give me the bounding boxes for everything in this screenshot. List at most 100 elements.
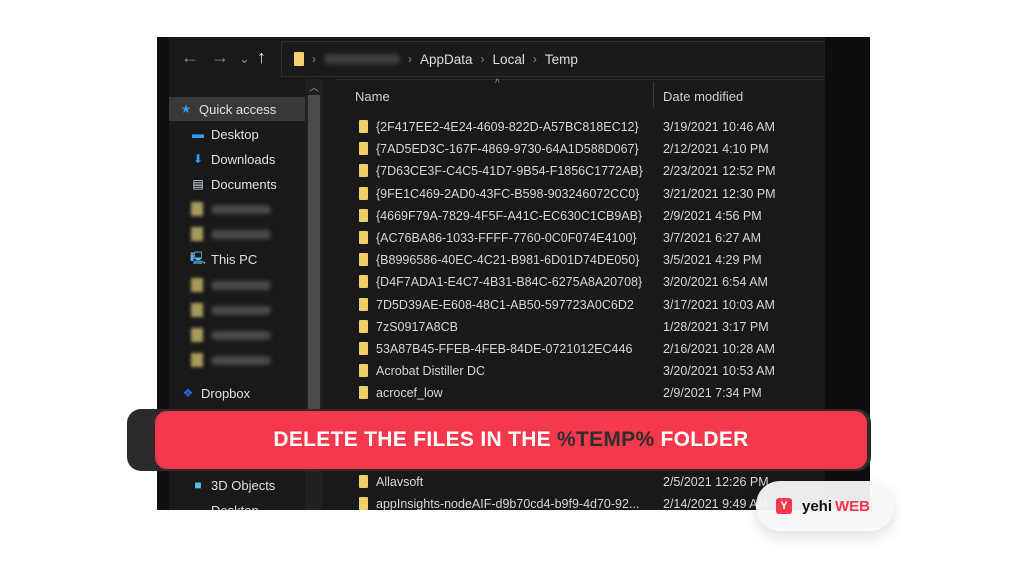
breadcrumb-temp[interactable]: Temp xyxy=(545,52,578,67)
banner-text-highlight: %TEMP% xyxy=(556,428,655,451)
brand-badge: Y yehi WEB xyxy=(756,481,894,531)
up-arrow-icon[interactable]: ↑ xyxy=(257,47,266,67)
file-row[interactable]: 53A87B45-FFEB-4FEB-84DE-0721012EC446 2/16… xyxy=(335,338,825,360)
sidebar-item-label: Downloads xyxy=(211,151,276,167)
file-row[interactable]: Acrobat Distiller DC 3/20/2021 10:53 AM xyxy=(335,360,825,382)
file-name: {AC76BA86-1033-FFFF-7760-0C0F074E4100} xyxy=(376,231,637,245)
column-divider[interactable] xyxy=(653,82,654,108)
file-date-modified: 3/5/2021 4:29 PM xyxy=(663,253,762,268)
banner-text-prefix: DELETE THE FILES IN THE xyxy=(273,428,551,451)
file-name: {4669F79A-7829-4F5F-A41C-EC630C1CB9AB} xyxy=(376,208,643,223)
brand-name-part2: WEB xyxy=(835,497,871,515)
breadcrumb-appdata[interactable]: AppData xyxy=(420,52,473,67)
sidebar-item[interactable]: ✦ xyxy=(169,222,317,246)
breadcrumb-separator: › xyxy=(532,52,537,66)
file-row[interactable]: {2F417EE2-4E24-4609-822D-A57BC818EC12} 3/… xyxy=(335,116,825,138)
breadcrumb-separator: › xyxy=(480,52,485,66)
sidebar-item-label-blurred xyxy=(211,355,271,365)
folder-icon xyxy=(359,364,368,378)
scroll-up-icon[interactable]: ︿ xyxy=(309,79,319,94)
file-name: 7D5D39AE-E608-48C1-AB50-597723A0C6D2 xyxy=(376,297,634,312)
sidebar-item[interactable] xyxy=(169,323,317,347)
file-name: 7zS0917A8CB xyxy=(376,319,459,334)
file-name: {7D63CE3F-C4C5-41D7-9B54-F1856C1772AB} xyxy=(376,164,643,179)
sidebar-item[interactable]: ❖ Dropbox xyxy=(169,381,317,405)
sidebar-item-label: Desktop xyxy=(211,126,259,142)
sidebar-item-label: Quick access xyxy=(199,101,277,117)
column-header-name[interactable]: Name xyxy=(355,89,390,104)
sidebar-item[interactable]: ▤Documents✦ xyxy=(169,172,317,196)
sidebar-item[interactable]: ★ Quick access xyxy=(169,97,317,121)
folder-icon xyxy=(191,202,203,216)
file-date-modified: 2/14/2021 9:49 AM xyxy=(663,497,768,510)
sidebar-item[interactable] xyxy=(169,298,317,322)
file-row[interactable]: acrocef_low 2/9/2021 7:34 PM xyxy=(335,382,825,404)
file-date-modified: 2/9/2021 4:56 PM xyxy=(663,208,762,223)
folder-icon xyxy=(359,297,368,311)
file-row[interactable]: appInsights-nodeAIF-d9b70cd4-b9f9-4d70-9… xyxy=(335,493,825,510)
star-icon: ★ xyxy=(180,102,192,116)
banner-text-suffix: FOLDER xyxy=(660,428,749,451)
sidebar-item[interactable] xyxy=(169,273,317,297)
breadcrumb-local[interactable]: Local xyxy=(493,52,525,67)
scrollbar-thumb[interactable] xyxy=(308,95,320,415)
file-name: acrocef_low xyxy=(376,386,443,401)
file-row[interactable]: 7zS0917A8CB 1/28/2021 3:17 PM xyxy=(335,316,825,338)
breadcrumb-user-blurred[interactable] xyxy=(324,54,400,64)
file-row[interactable]: 7D5D39AE-E608-48C1-AB50-597723A0C6D2 3/17… xyxy=(335,294,825,316)
file-date-modified: 3/21/2021 12:30 PM xyxy=(663,186,776,201)
breadcrumb-separator: › xyxy=(408,52,412,66)
sidebar-item-label: Documents xyxy=(211,176,277,192)
file-name: Allavsoft xyxy=(376,475,424,490)
sort-ascending-icon: ^ xyxy=(495,78,500,89)
sidebar-item-label: This PC xyxy=(211,251,258,267)
sidebar-item[interactable]: ▬ Desktop xyxy=(169,498,317,511)
file-row[interactable]: {D4F7ADA1-E4C7-4B31-B84C-6275A8A20708} 3/… xyxy=(335,271,825,293)
sidebar-item[interactable]: ▬Desktop✦ xyxy=(169,122,317,146)
sidebar-item[interactable]: 🖳This PC✦ xyxy=(169,247,317,271)
file-row[interactable]: {7AD5ED3C-167F-4869-9730-64A1D588D067} 2/… xyxy=(335,138,825,160)
file-date-modified: 2/12/2021 4:10 PM xyxy=(663,142,769,157)
column-header-date-modified[interactable]: Date modified xyxy=(663,89,743,104)
sidebar-item[interactable]: ■ 3D Objects xyxy=(169,473,317,497)
sidebar-item-label-blurred xyxy=(211,330,271,340)
file-row[interactable]: {B8996586-40EC-4C21-B981-6D01D74DE050} 3/… xyxy=(335,249,825,271)
file-row[interactable]: {4669F79A-7829-4F5F-A41C-EC630C1CB9AB} 2/… xyxy=(335,205,825,227)
brand-name-part1: yehi xyxy=(802,497,833,515)
file-row[interactable]: {AC76BA86-1033-FFFF-7760-0C0F074E4100} 3/… xyxy=(335,227,825,249)
navigation-bar: ← → ⌄ ↑ › › AppData › Local › Temp xyxy=(169,37,825,79)
sidebar-item[interactable]: ⬇Downloads✦ xyxy=(169,147,317,171)
desktop-icon: ▬ xyxy=(192,127,204,141)
folder-icon xyxy=(359,231,368,244)
breadcrumb-separator: › xyxy=(312,52,316,66)
forward-arrow-icon[interactable]: → xyxy=(211,47,229,67)
file-name: {B8996586-40EC-4C21-B981-6D01D74DE050} xyxy=(376,253,640,268)
sidebar-item[interactable] xyxy=(169,348,317,372)
file-row[interactable]: {9FE1C469-2AD0-43FC-B598-903246072CC0} 3/… xyxy=(335,183,825,205)
desktop-icon: ▬ xyxy=(192,503,204,510)
computer-icon: 🖳 xyxy=(190,250,207,265)
file-name: Acrobat Distiller DC xyxy=(376,364,486,379)
file-date-modified: 2/9/2021 7:34 PM xyxy=(663,386,762,401)
folder-icon xyxy=(359,142,368,156)
address-bar[interactable]: › › AppData › Local › Temp xyxy=(281,41,825,77)
sidebar-item[interactable]: ✦ xyxy=(169,197,317,221)
folder-icon xyxy=(191,328,203,342)
recent-locations-chevron-icon[interactable]: ⌄ xyxy=(239,49,250,69)
file-date-modified: 2/23/2021 12:52 PM xyxy=(663,164,776,179)
folder-icon xyxy=(359,275,368,289)
file-name: {2F417EE2-4E24-4609-822D-A57BC818EC12} xyxy=(376,120,639,134)
file-row[interactable]: {7D63CE3F-C4C5-41D7-9B54-F1856C1772AB} 2/… xyxy=(335,160,825,182)
back-arrow-icon[interactable]: ← xyxy=(181,47,199,67)
folder-icon xyxy=(359,186,368,200)
sidebar-item-label: Desktop xyxy=(211,502,259,511)
file-name: {7AD5ED3C-167F-4869-9730-64A1D588D067} xyxy=(376,142,639,157)
file-date-modified: 1/28/2021 3:17 PM xyxy=(663,319,769,334)
folder-icon xyxy=(359,386,368,400)
file-row[interactable]: Allavsoft 2/5/2021 12:26 PM xyxy=(335,471,825,493)
file-date-modified: 3/17/2021 10:03 AM xyxy=(663,297,775,312)
sidebar-item-label-blurred xyxy=(211,204,271,214)
sidebar-item-label-blurred xyxy=(211,280,271,290)
file-date-modified: 3/20/2021 10:53 AM xyxy=(663,364,775,379)
folder-icon xyxy=(359,120,368,133)
